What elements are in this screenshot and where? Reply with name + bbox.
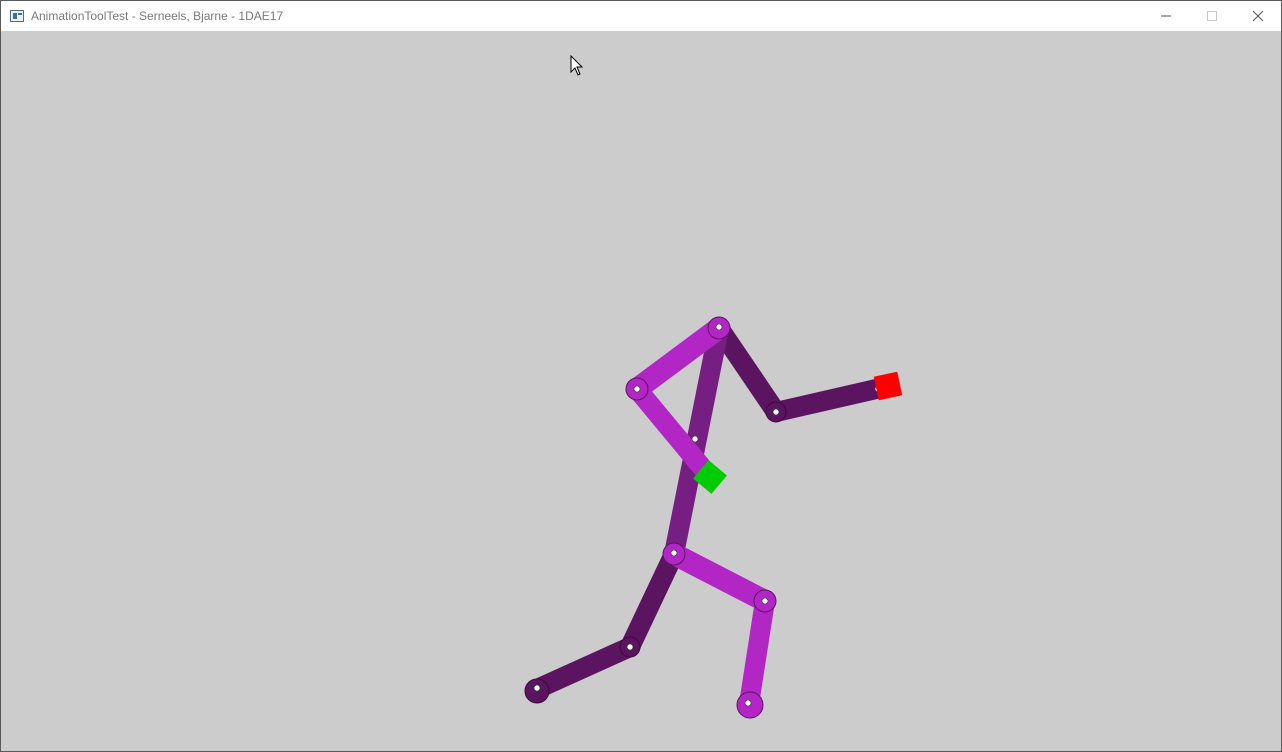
skeleton-view — [524, 54, 903, 719]
pivot-dot — [691, 435, 699, 443]
back-forearm-bone[interactable] — [766, 377, 895, 422]
pivot-dot — [761, 597, 769, 605]
window-controls — [1143, 1, 1281, 31]
back-shin-bone[interactable] — [527, 637, 640, 699]
pivot-dot — [772, 408, 780, 416]
back-upper-arm-bone[interactable] — [709, 318, 786, 422]
pivot-dot — [715, 323, 723, 331]
mouse-cursor-icon — [570, 54, 584, 76]
target-handle-red[interactable] — [873, 371, 903, 401]
pivot-dot — [533, 684, 541, 692]
app-window: AnimationToolTest - Serneels, Bjarne - 1… — [0, 0, 1282, 752]
pivot-dot — [744, 699, 752, 707]
pivot-dot — [633, 385, 641, 393]
title-bar[interactable]: AnimationToolTest - Serneels, Bjarne - 1… — [1, 1, 1281, 31]
close-icon — [1252, 10, 1264, 22]
pivot-dot — [626, 643, 634, 651]
back-thigh-bone[interactable] — [620, 544, 684, 657]
close-button[interactable] — [1235, 1, 1281, 31]
minimize-button[interactable] — [1143, 1, 1189, 31]
window-title: AnimationToolTest - Serneels, Bjarne - 1… — [31, 9, 284, 23]
animation-canvas[interactable] — [1, 31, 1281, 751]
front-shin-bone[interactable] — [739, 591, 775, 714]
app-icon — [10, 10, 24, 22]
maximize-button[interactable] — [1189, 1, 1235, 31]
maximize-icon — [1207, 11, 1217, 21]
pivot-dot — [670, 549, 678, 557]
minimize-icon — [1161, 15, 1171, 17]
front-thigh-bone[interactable] — [663, 543, 776, 612]
